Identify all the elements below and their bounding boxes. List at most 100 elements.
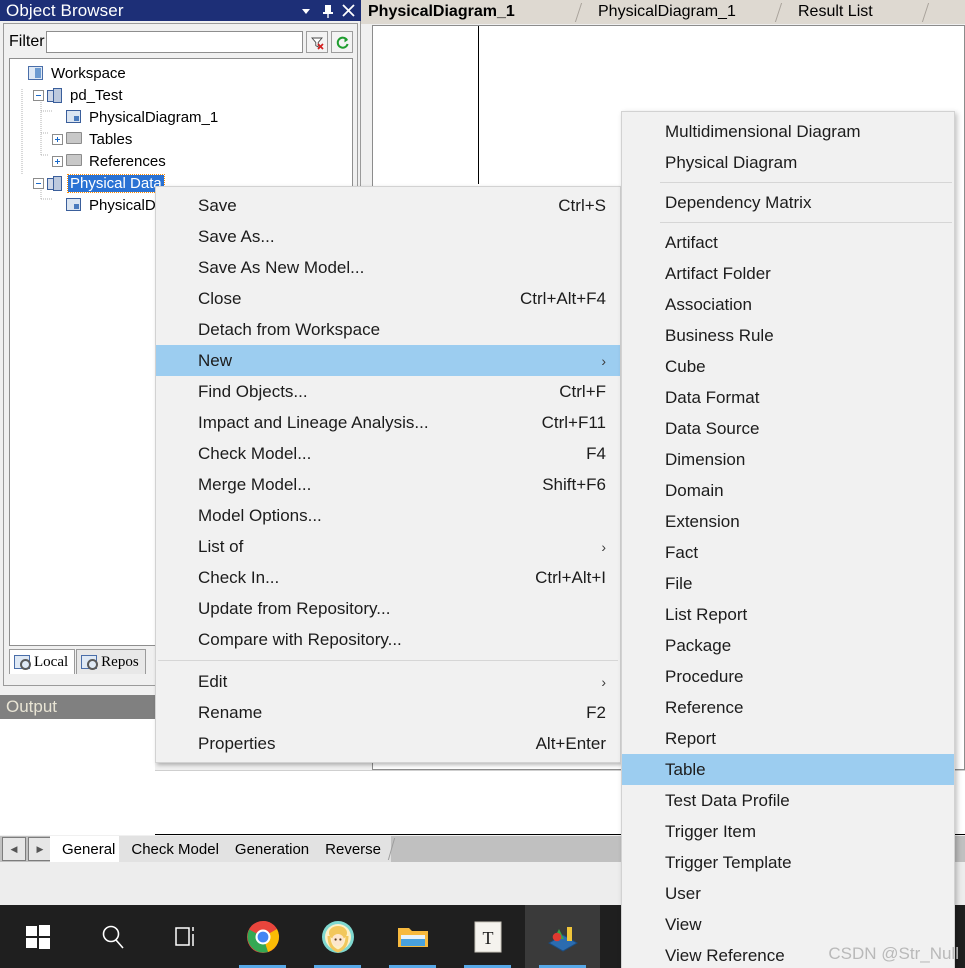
submenu-item-business-rule[interactable]: Business Rule: [622, 320, 954, 351]
submenu-item-extension[interactable]: Extension: [622, 506, 954, 537]
submenu-arrow-icon: ›: [601, 538, 606, 555]
menu-item-model-options[interactable]: Model Options...: [156, 500, 620, 531]
submenu-item-list-report[interactable]: List Report: [622, 599, 954, 630]
output-tab-label: General: [62, 840, 116, 858]
submenu-item-label: Package: [665, 635, 732, 655]
refresh-button[interactable]: [331, 31, 353, 53]
collapse-node-icon[interactable]: [33, 177, 44, 189]
tree-node[interactable]: pd_Test: [10, 84, 352, 106]
task-view-button[interactable]: [150, 905, 225, 968]
submenu-item-trigger-template[interactable]: Trigger Template: [622, 847, 954, 878]
submenu-item-dimension[interactable]: Dimension: [622, 444, 954, 475]
menu-item-list-of[interactable]: List of ›: [156, 531, 620, 562]
submenu-item-reference[interactable]: Reference: [622, 692, 954, 723]
output-tab-generation[interactable]: Generation: [222, 836, 320, 862]
submenu-item-multidimensional-diagram[interactable]: Multidimensional Diagram: [622, 116, 954, 147]
chrome-app[interactable]: [225, 905, 300, 968]
editor-tab-2[interactable]: Result List: [792, 0, 879, 24]
filter-input[interactable]: [45, 31, 303, 53]
submenu-item-data-source[interactable]: Data Source: [622, 413, 954, 444]
submenu-item-user[interactable]: User: [622, 878, 954, 909]
submenu-item-test-data-profile[interactable]: Test Data Profile: [622, 785, 954, 816]
menu-item-check-model[interactable]: Check Model... F4: [156, 438, 620, 469]
menu-item-update-from-repository[interactable]: Update from Repository...: [156, 593, 620, 624]
submenu-item-label: Dimension: [665, 449, 746, 469]
tree-node[interactable]: References: [10, 150, 352, 172]
submenu-item-file[interactable]: File: [622, 568, 954, 599]
menu-item-label: Properties: [198, 733, 276, 753]
tree-node[interactable]: Tables: [10, 128, 352, 150]
menu-item-shortcut: F2: [586, 702, 606, 722]
submenu-item-fact[interactable]: Fact: [622, 537, 954, 568]
folder-icon: [396, 923, 430, 951]
browser-tab-repos[interactable]: Repos: [76, 649, 146, 674]
submenu-item-artifact-folder[interactable]: Artifact Folder: [622, 258, 954, 289]
output-tab-general[interactable]: General: [50, 836, 126, 862]
submenu-item-view-reference[interactable]: View Reference: [622, 940, 954, 968]
submenu-item-report[interactable]: Report: [622, 723, 954, 754]
submenu-item-data-format[interactable]: Data Format: [622, 382, 954, 413]
close-icon[interactable]: [339, 0, 361, 21]
submenu-item-table[interactable]: Table: [622, 754, 954, 785]
text-app[interactable]: T: [450, 905, 525, 968]
tree-node[interactable]: PhysicalDiagram_1: [10, 106, 352, 128]
menu-item-new[interactable]: New ›: [156, 345, 620, 376]
submenu-item-procedure[interactable]: Procedure: [622, 661, 954, 692]
menu-item-compare-with-repository[interactable]: Compare with Repository...: [156, 624, 620, 655]
submenu-item-association[interactable]: Association: [622, 289, 954, 320]
output-tab-check-model[interactable]: Check Model: [119, 836, 229, 862]
submenu-item-artifact[interactable]: Artifact: [622, 227, 954, 258]
submenu-item-package[interactable]: Package: [622, 630, 954, 661]
tree-node-label: Tables: [89, 130, 133, 148]
menu-item-merge-model[interactable]: Merge Model... Shift+F6: [156, 469, 620, 500]
model-icon: [47, 87, 64, 103]
menu-item-shortcut: Alt+Enter: [535, 733, 606, 753]
tree-node-label: PhysicalDiagram_1: [89, 108, 219, 126]
submenu-item-label: Physical Diagram: [665, 152, 798, 172]
editor-tab-separator: [774, 3, 792, 22]
menu-item-save-as[interactable]: Save As...: [156, 221, 620, 252]
pin-icon[interactable]: [317, 0, 339, 21]
menu-item-rename[interactable]: Rename F2: [156, 697, 620, 728]
powerdesigner-app[interactable]: [525, 905, 600, 968]
menu-item-find-objects[interactable]: Find Objects... Ctrl+F: [156, 376, 620, 407]
menu-item-impact-and-lineage-analysis[interactable]: Impact and Lineage Analysis... Ctrl+F11: [156, 407, 620, 438]
editor-tab-1[interactable]: PhysicalDiagram_1: [592, 0, 742, 24]
browser-tab-local[interactable]: Local: [9, 649, 76, 674]
submenu-item-view[interactable]: View: [622, 909, 954, 940]
output-tab-reverse[interactable]: Reverse: [313, 836, 391, 862]
menu-item-save-as-new-model[interactable]: Save As New Model...: [156, 252, 620, 283]
submenu-item-label: Association: [665, 294, 752, 314]
chevron-down-icon[interactable]: [295, 0, 317, 21]
powerdesigner-icon: [546, 921, 580, 953]
menu-item-label: List of: [198, 536, 244, 556]
filter-clear-button[interactable]: [306, 31, 328, 53]
submenu-item-dependency-matrix[interactable]: Dependency Matrix: [622, 187, 954, 218]
menu-item-label: Check In...: [198, 567, 280, 587]
expand-node-icon[interactable]: [52, 155, 63, 167]
arrow-left-icon[interactable]: ◀: [2, 837, 26, 861]
menu-item-check-in[interactable]: Check In... Ctrl+Alt+I: [156, 562, 620, 593]
menu-item-detach-from-workspace[interactable]: Detach from Workspace: [156, 314, 620, 345]
editor-tab-0[interactable]: PhysicalDiagram_1: [362, 0, 521, 24]
menu-item-label: Find Objects...: [198, 381, 308, 401]
menu-item-edit[interactable]: Edit ›: [156, 666, 620, 697]
search-button[interactable]: [75, 905, 150, 968]
collapse-node-icon[interactable]: [33, 89, 44, 101]
submenu-item-physical-diagram[interactable]: Physical Diagram: [622, 147, 954, 178]
tree-node[interactable]: Workspace: [10, 62, 352, 84]
start-button[interactable]: [0, 905, 75, 968]
output-body[interactable]: [0, 719, 155, 835]
avatar-app[interactable]: [300, 905, 375, 968]
menu-item-save[interactable]: Save Ctrl+S: [156, 190, 620, 221]
arrow-right-icon[interactable]: ▶: [28, 837, 52, 861]
new-submenu: Multidimensional Diagram Physical Diagram…: [621, 111, 955, 968]
menu-item-close[interactable]: Close Ctrl+Alt+F4: [156, 283, 620, 314]
expand-node-icon[interactable]: [52, 133, 63, 145]
submenu-item-domain[interactable]: Domain: [622, 475, 954, 506]
submenu-item-cube[interactable]: Cube: [622, 351, 954, 382]
file-explorer-app[interactable]: [375, 905, 450, 968]
menu-item-properties[interactable]: Properties Alt+Enter: [156, 728, 620, 759]
submenu-item-trigger-item[interactable]: Trigger Item: [622, 816, 954, 847]
filter-row: Filter: [9, 30, 353, 54]
